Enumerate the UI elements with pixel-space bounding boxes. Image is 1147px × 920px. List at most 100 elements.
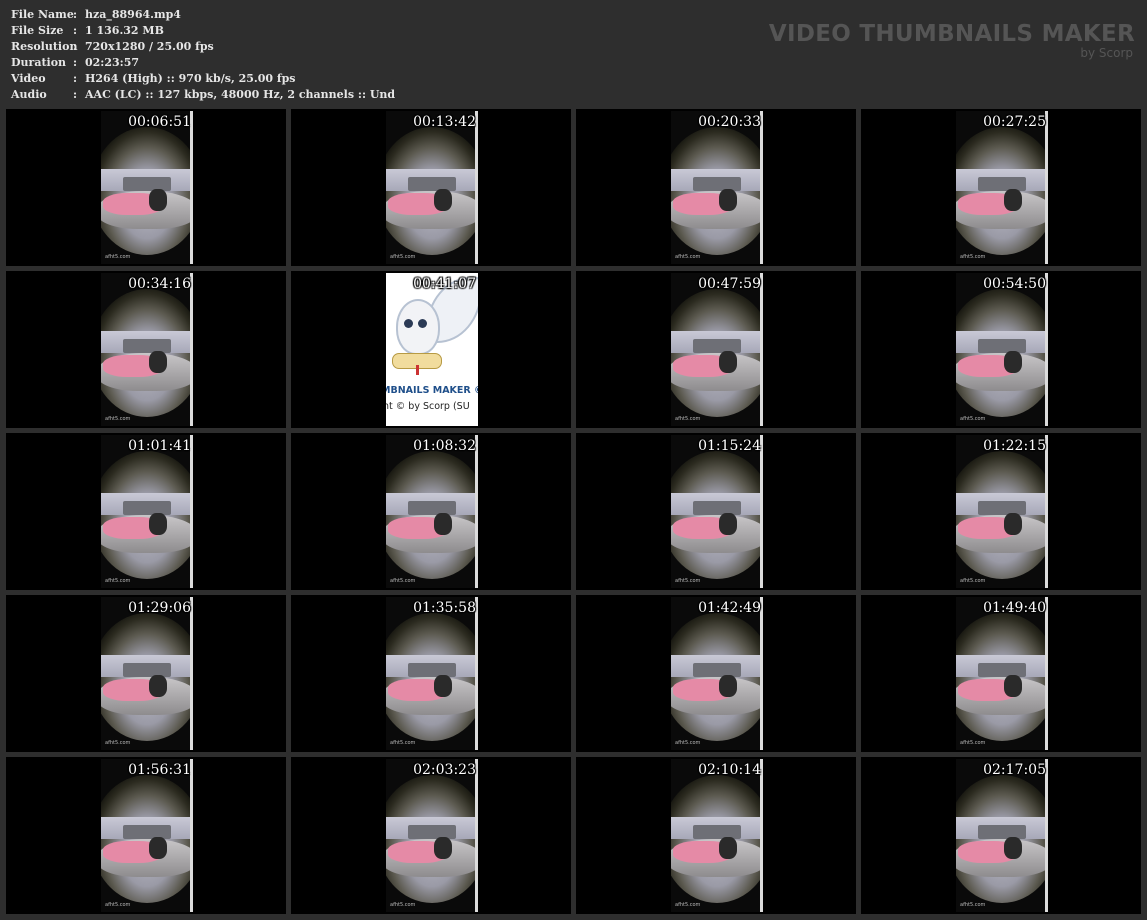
headboard bbox=[123, 339, 171, 353]
video-frame: afht5.com bbox=[386, 597, 478, 750]
headboard bbox=[123, 177, 171, 191]
figure bbox=[149, 189, 167, 211]
figure bbox=[1004, 351, 1022, 373]
frame-watermark: afht5.com bbox=[960, 578, 986, 584]
frame-watermark: afht5.com bbox=[675, 254, 701, 260]
brand-watermark: VIDEO THUMBNAILS MAKER by Scorp bbox=[769, 21, 1135, 60]
info-value: 1 136.32 MB bbox=[85, 24, 164, 37]
timestamp-label: 01:15:24 bbox=[698, 438, 761, 454]
thumbnail-cell[interactable]: afht5.com 01:49:40 bbox=[861, 595, 1141, 752]
frame-watermark: afht5.com bbox=[390, 902, 416, 908]
thumbnail-cell[interactable]: afht5.com 00:54:50 bbox=[861, 271, 1141, 428]
video-frame: afht5.com bbox=[671, 435, 763, 588]
frame-edge bbox=[760, 111, 763, 264]
headboard bbox=[408, 663, 456, 677]
splash-title: MBNAILS MAKER © bbox=[386, 385, 478, 396]
video-frame: afht5.com bbox=[386, 111, 478, 264]
headboard bbox=[123, 663, 171, 677]
thumbnail-cell[interactable]: afht5.com 01:01:41 bbox=[6, 433, 286, 590]
video-frame: afht5.com bbox=[956, 273, 1048, 426]
thumbnail-cell[interactable]: afht5.com 02:17:05 bbox=[861, 757, 1141, 914]
thumbnail-cell[interactable]: afht5.com 01:42:49 bbox=[576, 595, 856, 752]
headboard bbox=[408, 501, 456, 515]
info-row-resolution: Resolution : 720x1280 / 25.00 fps bbox=[11, 39, 395, 55]
frame-edge bbox=[760, 273, 763, 426]
info-key: Duration bbox=[11, 56, 67, 69]
thumbnail-cell[interactable]: afht5.com 01:22:15 bbox=[861, 433, 1141, 590]
frame-edge bbox=[475, 597, 478, 750]
video-frame: afht5.com bbox=[671, 273, 763, 426]
timestamp-label: 01:42:49 bbox=[698, 600, 761, 616]
frame-watermark: afht5.com bbox=[675, 416, 701, 422]
info-key: Resolution bbox=[11, 40, 78, 53]
headboard bbox=[693, 339, 741, 353]
frame-edge bbox=[190, 597, 193, 750]
video-frame: afht5.com bbox=[956, 435, 1048, 588]
video-frame: afht5.com bbox=[101, 759, 193, 912]
timestamp-label: 00:27:25 bbox=[983, 114, 1046, 130]
frame-watermark: afht5.com bbox=[105, 740, 131, 746]
video-frame: afht5.com bbox=[101, 273, 193, 426]
thumbnail-cell[interactable]: afht5.com 02:03:23 bbox=[291, 757, 571, 914]
thumbnail-cell[interactable]: afht5.com 01:15:24 bbox=[576, 433, 856, 590]
figure bbox=[1004, 513, 1022, 535]
timestamp-label: 02:17:05 bbox=[983, 762, 1046, 778]
thumbnail-cell[interactable]: afht5.com 00:47:59 bbox=[576, 271, 856, 428]
frame-watermark: afht5.com bbox=[105, 902, 131, 908]
timestamp-label: 01:56:31 bbox=[128, 762, 191, 778]
file-info-panel: File Name : hza_88964.mp4 File Size : 1 … bbox=[11, 7, 395, 103]
headboard bbox=[693, 177, 741, 191]
thumbnail-cell[interactable]: afht5.com 00:27:25 bbox=[861, 109, 1141, 266]
frame-edge bbox=[475, 759, 478, 912]
headboard bbox=[978, 339, 1026, 353]
info-row-audio: Audio : AAC (LC) :: 127 kbps, 48000 Hz, … bbox=[11, 87, 395, 103]
frame-edge bbox=[190, 111, 193, 264]
splash-frame: MBNAILS MAKER © nt © by Scorp (SU bbox=[386, 273, 478, 426]
frame-watermark: afht5.com bbox=[960, 902, 986, 908]
thumbnail-cell[interactable]: afht5.com 00:34:16 bbox=[6, 271, 286, 428]
info-row-file-name: File Name : hza_88964.mp4 bbox=[11, 7, 395, 23]
info-separator: : bbox=[73, 88, 78, 101]
owl-eye-icon bbox=[404, 319, 413, 328]
headboard bbox=[408, 825, 456, 839]
video-frame: afht5.com bbox=[956, 111, 1048, 264]
timestamp-label: 00:34:16 bbox=[128, 276, 191, 292]
headboard bbox=[978, 177, 1026, 191]
figure bbox=[719, 837, 737, 859]
frame-edge bbox=[190, 435, 193, 588]
frame-watermark: afht5.com bbox=[105, 416, 131, 422]
video-frame: afht5.com bbox=[671, 597, 763, 750]
frame-edge bbox=[760, 759, 763, 912]
figure bbox=[434, 837, 452, 859]
thumbnail-cell[interactable]: afht5.com 01:56:31 bbox=[6, 757, 286, 914]
brand-subtitle: by Scorp bbox=[1080, 46, 1133, 60]
frame-edge bbox=[475, 111, 478, 264]
thumbnail-cell[interactable]: afht5.com 01:08:32 bbox=[291, 433, 571, 590]
figure bbox=[149, 675, 167, 697]
thumbnail-cell[interactable]: afht5.com 00:06:51 bbox=[6, 109, 286, 266]
frame-watermark: afht5.com bbox=[390, 578, 416, 584]
frame-watermark: afht5.com bbox=[960, 740, 986, 746]
video-frame: afht5.com bbox=[956, 597, 1048, 750]
thumbnail-cell[interactable]: afht5.com 02:10:14 bbox=[576, 757, 856, 914]
thumbnail-cell[interactable]: afht5.com 01:35:58 bbox=[291, 595, 571, 752]
info-value: 02:23:57 bbox=[85, 56, 140, 69]
thumbnail-cell[interactable]: afht5.com 00:13:42 bbox=[291, 109, 571, 266]
thumbnail-cell[interactable]: afht5.com 01:29:06 bbox=[6, 595, 286, 752]
info-key: File Size bbox=[11, 24, 64, 37]
figure bbox=[1004, 189, 1022, 211]
ribbon-icon bbox=[416, 365, 419, 375]
video-frame: afht5.com bbox=[101, 111, 193, 264]
thumbnail-cell[interactable]: MBNAILS MAKER © nt © by Scorp (SU 00:41:07 bbox=[291, 271, 571, 428]
video-frame: afht5.com bbox=[956, 759, 1048, 912]
info-separator: : bbox=[73, 56, 78, 69]
thumbnail-cell[interactable]: afht5.com 00:20:33 bbox=[576, 109, 856, 266]
info-key: Video bbox=[11, 72, 46, 85]
headboard bbox=[123, 825, 171, 839]
frame-edge bbox=[190, 759, 193, 912]
video-frame: afht5.com bbox=[101, 597, 193, 750]
frame-watermark: afht5.com bbox=[390, 740, 416, 746]
frame-watermark: afht5.com bbox=[675, 740, 701, 746]
headboard bbox=[123, 501, 171, 515]
frame-edge bbox=[760, 435, 763, 588]
